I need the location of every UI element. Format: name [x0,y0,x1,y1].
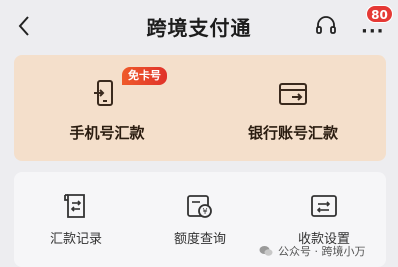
customer-service-button[interactable] [311,11,341,41]
phone-transfer-icon [94,80,113,106]
settings-card-icon [311,195,337,217]
record-icon [64,194,85,218]
remit-record-button[interactable]: 汇款记录 [14,172,138,267]
svg-text:¥: ¥ [202,207,207,216]
phone-remit-label: 手机号汇款 [69,124,145,142]
quota-query-label: 额度查询 [173,232,226,247]
more-dots-icon: ··· [361,21,385,42]
header-bar: 跨境支付通 ··· 80 [0,0,398,52]
wechat-icon [259,246,273,256]
remit-record-label: 汇款记录 [49,232,102,247]
phone-remit-button[interactable]: 免卡号 手机号汇款 [14,55,200,161]
watermark-text: 公众号 · 跨境小万 [278,245,366,258]
notification-badge: 80 [366,5,393,23]
bank-card-icon [279,83,307,105]
headset-icon [316,16,336,34]
quota-query-button[interactable]: ¥ 额度查询 [138,172,262,267]
watermark: 公众号 · 跨境小万 [258,242,366,260]
bank-remit-button[interactable]: 银行账号汇款 [200,55,386,161]
remit-card: 免卡号 手机号汇款 银行账号汇款 [14,55,386,161]
no-card-tag: 免卡号 [122,67,167,85]
bank-remit-label: 银行账号汇款 [247,124,338,142]
quota-icon: ¥ [187,195,212,218]
